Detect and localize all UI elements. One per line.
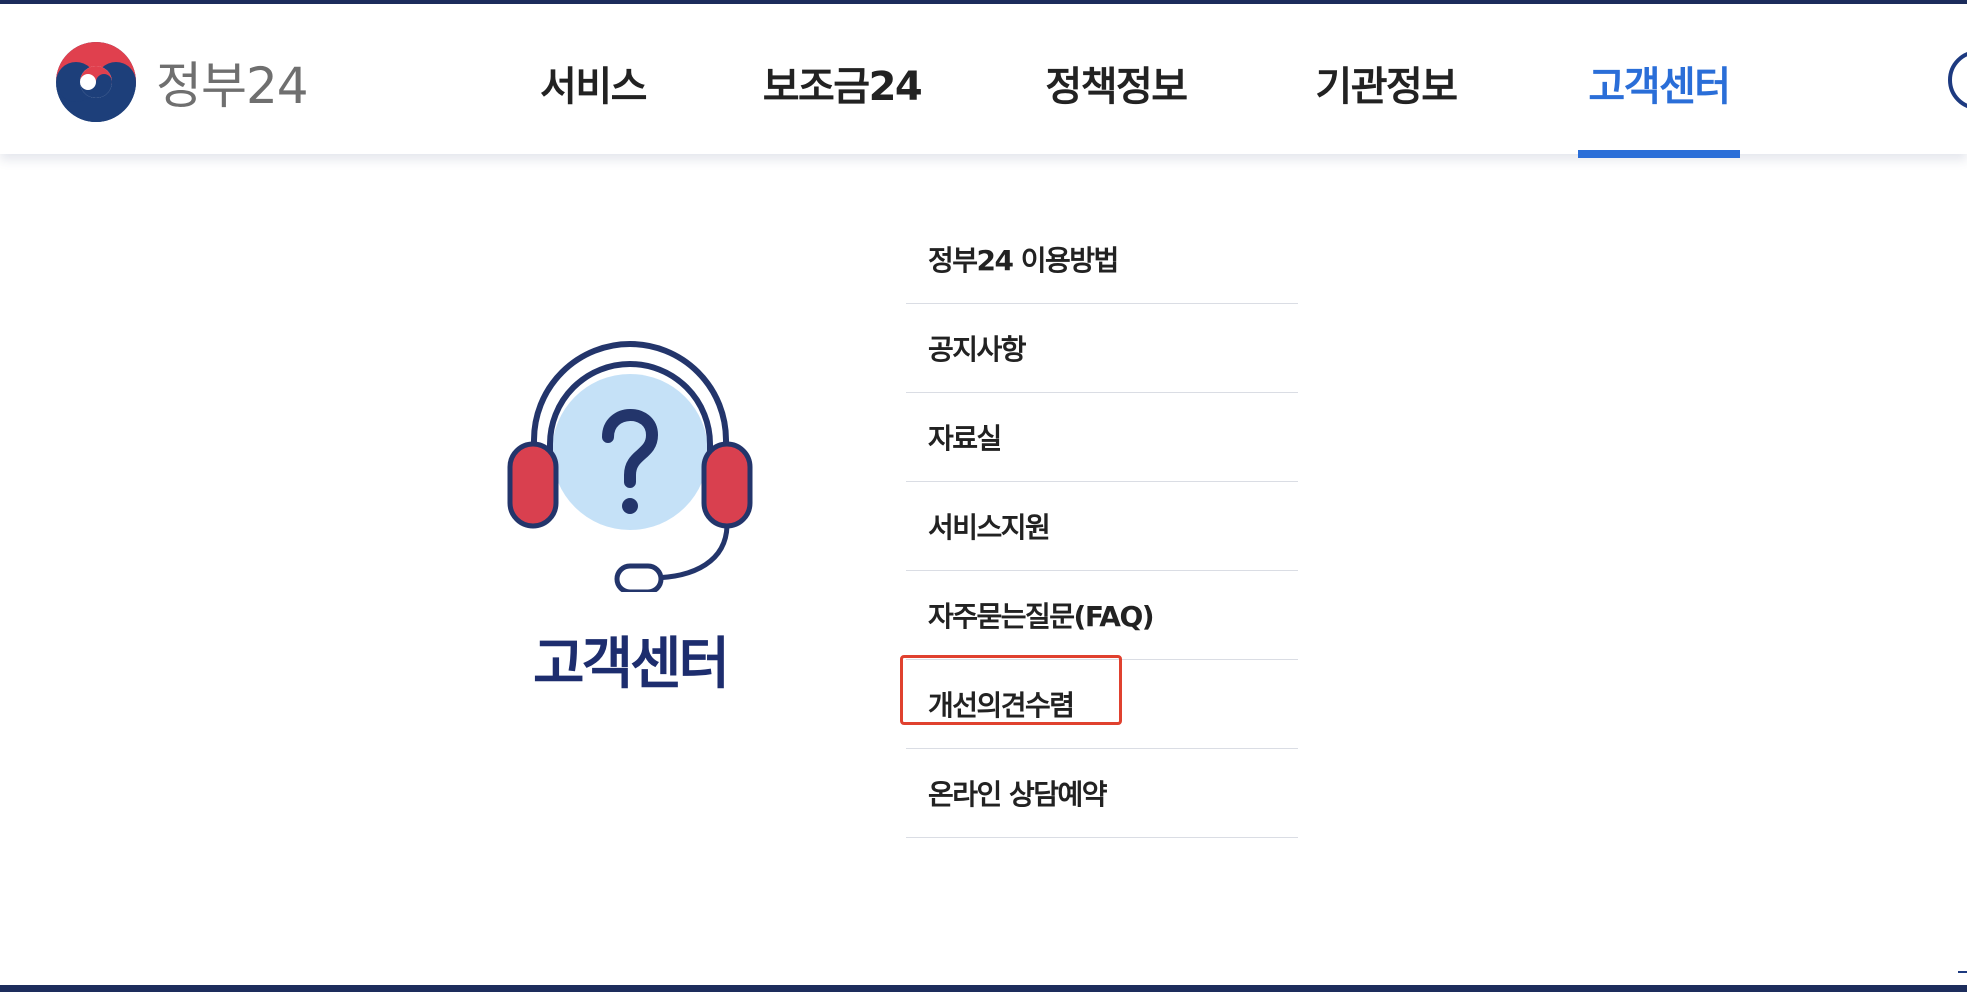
nav-item-label: 정책정보	[1045, 64, 1188, 110]
submenu-item-faq[interactable]: 자주묻는질문(FAQ)	[906, 571, 1298, 660]
submenu-item-label: 온라인 상담예약	[928, 778, 1108, 811]
nav-item-label: 서비스	[540, 64, 647, 110]
submenu-item-notices[interactable]: 공지사항	[906, 304, 1298, 393]
section-title: 고객센터	[532, 632, 730, 697]
submenu-list: 정부24 이용방법 공지사항 자료실 서비스지원 자주묻는질문(FAQ) 개선의…	[906, 215, 1298, 838]
submenu-item-resources[interactable]: 자료실	[906, 393, 1298, 482]
logo-text: 정부24	[156, 57, 309, 115]
submenu-item-how-to-use[interactable]: 정부24 이용방법	[906, 215, 1298, 304]
nav-item-customer-center[interactable]: 고객센터	[1578, 8, 1740, 158]
active-tab-indicator	[1578, 150, 1740, 158]
nav-item-services[interactable]: 서비스	[518, 8, 668, 158]
user-menu-button[interactable]	[1948, 50, 1967, 110]
submenu-item-label: 정부24 이용방법	[928, 244, 1119, 277]
submenu-item-consultation-booking[interactable]: 온라인 상담예약	[906, 749, 1298, 838]
headset-question-icon	[507, 341, 753, 592]
mega-menu-panel: 고객센터 정부24 이용방법 공지사항 자료실 서비스지원 자주묻는질문(FAQ…	[0, 154, 1967, 984]
bottom-border	[0, 985, 1967, 992]
submenu-item-label: 서비스지원	[928, 511, 1051, 544]
submenu-item-label: 개선의견수렴	[928, 689, 1075, 722]
nav-item-label: 보조금24	[762, 64, 923, 110]
nav-item-subsidy24[interactable]: 보조금24	[758, 8, 926, 158]
submenu-item-label: 자료실	[928, 422, 1002, 455]
nav-item-label: 기관정보	[1315, 64, 1458, 110]
page: 정부24 서비스 보조금24 정책정보 기관정보 고객센터 고객센터 정부24 …	[0, 0, 1967, 992]
nav-item-agency-info[interactable]: 기관정보	[1306, 8, 1466, 158]
government-emblem-icon	[56, 42, 136, 122]
site-header: 정부24 서비스 보조금24 정책정보 기관정보 고객센터	[0, 4, 1967, 158]
submenu-item-service-support[interactable]: 서비스지원	[906, 482, 1298, 571]
scroll-edge-marker	[1958, 971, 1967, 973]
logo-link[interactable]: 정부24	[54, 40, 309, 124]
submenu-item-label: 자주묻는질문(FAQ)	[928, 600, 1155, 633]
nav-item-label: 고객센터	[1588, 64, 1731, 110]
submenu-item-feedback[interactable]: 개선의견수렴	[906, 660, 1298, 749]
nav-item-policy-info[interactable]: 정책정보	[1036, 8, 1196, 158]
submenu-item-label: 공지사항	[928, 333, 1027, 366]
